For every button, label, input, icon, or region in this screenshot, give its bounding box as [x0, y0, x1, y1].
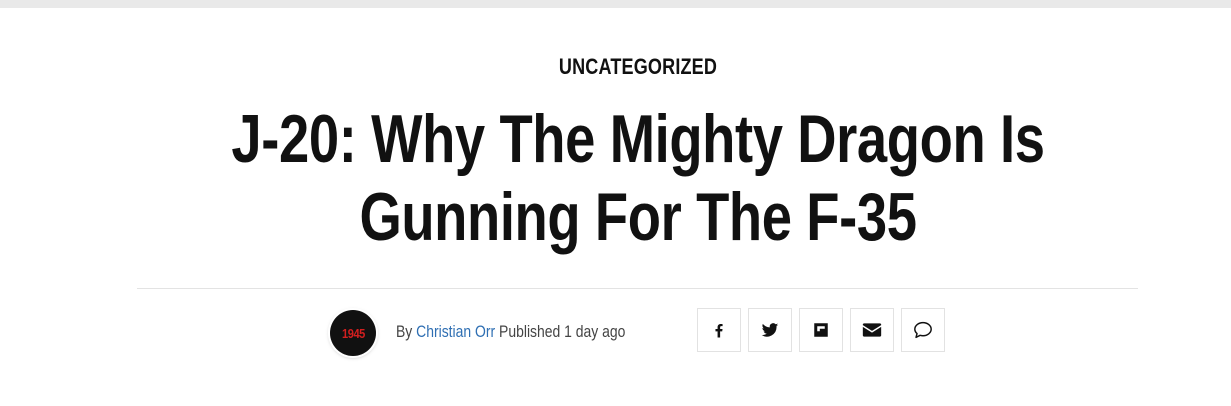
author-avatar[interactable]: 1945 — [330, 310, 376, 356]
comment-icon — [913, 321, 933, 339]
category-label[interactable]: UNCATEGORIZED — [115, 54, 1161, 80]
avatar-logo-text: 1945 — [341, 325, 365, 341]
facebook-icon — [710, 321, 728, 339]
top-bar — [0, 0, 1231, 8]
author-link[interactable]: Christian Orr — [416, 322, 495, 341]
twitter-icon — [760, 321, 780, 339]
article-title: J-20: Why The Mighty Dragon Is Gunning F… — [231, 101, 1045, 255]
flipboard-icon — [812, 321, 830, 339]
share-buttons — [697, 308, 945, 352]
share-flipboard-button[interactable] — [799, 308, 843, 352]
share-email-button[interactable] — [850, 308, 894, 352]
email-icon — [862, 322, 882, 338]
share-facebook-button[interactable] — [697, 308, 741, 352]
comments-button[interactable] — [901, 308, 945, 352]
byline-by-label: By — [396, 322, 413, 341]
share-twitter-button[interactable] — [748, 308, 792, 352]
published-label: Published — [499, 322, 561, 341]
published-time: 1 day ago — [564, 322, 626, 341]
byline: By Christian Orr Published 1 day ago — [396, 322, 625, 342]
divider — [137, 288, 1138, 289]
